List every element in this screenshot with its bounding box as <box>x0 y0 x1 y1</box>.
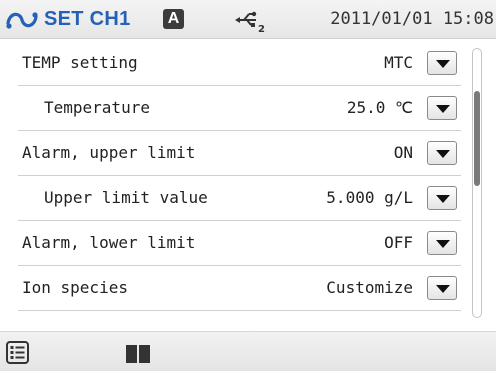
dropdown-button[interactable] <box>427 96 457 120</box>
setting-label: Ion species <box>22 278 128 297</box>
usb-subscript: 2 <box>258 24 265 34</box>
chevron-down-icon <box>436 240 450 248</box>
chevron-down-icon <box>436 60 450 68</box>
setting-value: ON <box>393 143 413 162</box>
setting-label: TEMP setting <box>22 53 138 72</box>
setting-value: Customize <box>326 278 413 297</box>
setting-value: OFF <box>384 233 413 252</box>
usb-icon: 2 <box>235 11 265 34</box>
setting-value: 25.0 ℃ <box>346 98 413 117</box>
setting-label: Alarm, upper limit <box>22 143 196 162</box>
dropdown-button[interactable] <box>427 276 457 300</box>
setting-row-temperature[interactable]: Temperature 25.0 ℃ <box>18 86 461 131</box>
settings-list: TEMP setting MTC Temperature 25.0 ℃ Alar… <box>18 41 461 311</box>
dropdown-button[interactable] <box>427 231 457 255</box>
setting-row-alarm-upper[interactable]: Alarm, upper limit ON <box>18 131 461 176</box>
mode-badge: A <box>163 9 184 29</box>
setting-label: Upper limit value <box>44 188 208 207</box>
chevron-down-icon <box>436 285 450 293</box>
scrollbar-thumb[interactable] <box>474 91 480 186</box>
setting-label: Temperature <box>44 98 150 117</box>
datetime-display: 2011/01/01 15:08 <box>330 9 494 29</box>
chevron-down-icon <box>436 195 450 203</box>
dropdown-button[interactable] <box>427 186 457 210</box>
setting-row-ion-species[interactable]: Ion species Customize <box>18 266 461 311</box>
book-icon[interactable] <box>116 338 160 368</box>
setting-screen: SET CH1 A 2 2011/01/01 15:08 TEMP settin… <box>0 0 496 371</box>
setting-row-alarm-lower[interactable]: Alarm, lower limit OFF <box>18 221 461 266</box>
setting-value: MTC <box>384 53 413 72</box>
setting-value: 5.000 g/L <box>326 188 413 207</box>
setting-row-temp-setting[interactable]: TEMP setting MTC <box>18 41 461 86</box>
setting-label: Alarm, lower limit <box>22 233 196 252</box>
chevron-down-icon <box>436 105 450 113</box>
footer-bar <box>0 331 496 371</box>
dropdown-button[interactable] <box>427 51 457 75</box>
dropdown-button[interactable] <box>427 141 457 165</box>
list-menu-icon[interactable] <box>4 338 48 368</box>
header-bar: SET CH1 A 2 2011/01/01 15:08 <box>0 0 496 39</box>
scrollbar[interactable] <box>472 48 482 318</box>
probe-icon <box>6 12 38 29</box>
chevron-down-icon <box>436 150 450 158</box>
page-title: SET CH1 <box>44 8 131 30</box>
setting-row-upper-limit-value[interactable]: Upper limit value 5.000 g/L <box>18 176 461 221</box>
